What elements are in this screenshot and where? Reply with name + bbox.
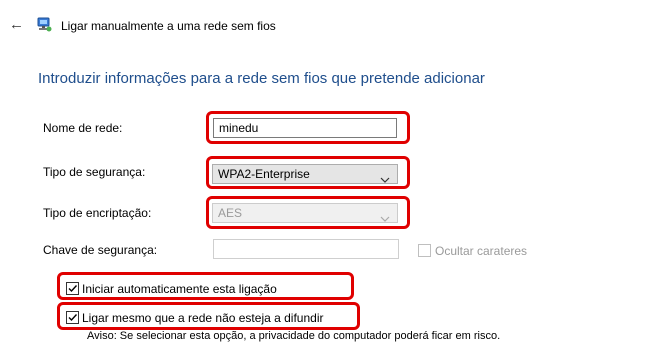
page-heading: Introduzir informações para a rede sem f… — [38, 70, 485, 87]
encryption-type-label: Tipo de encriptação: — [43, 206, 152, 220]
security-key-label: Chave de segurança: — [43, 243, 158, 257]
network-name-label: Nome de rede: — [43, 121, 123, 135]
security-type-label: Tipo de segurança: — [43, 165, 146, 179]
highlight-security-type — [206, 156, 410, 189]
security-key-input[interactable] — [213, 239, 399, 259]
highlight-connect-hidden — [57, 302, 360, 330]
privacy-warning: Aviso: Se selecionar esta opção, a priva… — [87, 330, 501, 342]
highlight-network-name — [206, 111, 410, 144]
hide-characters-label: Ocultar carateres — [435, 244, 528, 258]
hide-characters-checkbox[interactable] — [418, 244, 431, 257]
highlight-auto-start — [57, 272, 354, 300]
highlight-encryption-type — [206, 196, 410, 229]
network-icon — [36, 16, 52, 32]
back-arrow-icon[interactable]: ← — [9, 17, 24, 32]
window-title: Ligar manualmente a uma rede sem fios — [61, 19, 276, 33]
